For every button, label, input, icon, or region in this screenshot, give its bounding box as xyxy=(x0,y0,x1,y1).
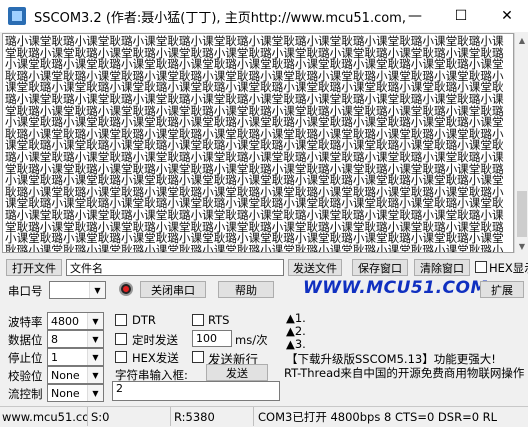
brand-logo[interactable]: WWW.MCU51.COM xyxy=(303,278,488,298)
data-bits-value: 8 xyxy=(51,332,58,346)
scroll-down-icon[interactable]: ▼ xyxy=(515,239,528,253)
chevron-down-icon[interactable]: ▼ xyxy=(87,313,103,329)
port-select[interactable]: ▼ xyxy=(49,281,106,299)
stop-bits-value: 1 xyxy=(51,350,58,364)
status-website[interactable]: www.mcu51.cor xyxy=(0,407,88,426)
timed-send-checkbox[interactable] xyxy=(115,333,127,345)
minimize-button[interactable]: — xyxy=(392,0,438,32)
timed-send-label: 定时发送 xyxy=(132,333,178,347)
note-3: ▲3. xyxy=(286,337,306,351)
open-file-button[interactable]: 打开文件 xyxy=(6,259,62,276)
clear-window-button[interactable]: 清除窗口 xyxy=(414,259,470,276)
data-bits-label: 数据位 xyxy=(8,333,43,347)
status-received: R:5380 xyxy=(172,407,254,426)
filename-field[interactable]: 文件名 xyxy=(66,259,284,276)
close-button[interactable]: ✕ xyxy=(484,0,528,32)
send-newline-checkbox[interactable] xyxy=(192,351,204,363)
flow-value: None xyxy=(51,386,80,400)
send-button[interactable]: 发送 xyxy=(206,364,268,381)
rts-label: RTS xyxy=(208,313,230,327)
chevron-down-icon[interactable]: ▼ xyxy=(87,385,103,401)
window-title: SSCOM3.2 (作者:聂小猛(丁丁), 主页http://www.mcu51… xyxy=(34,10,406,26)
note-1: ▲1. xyxy=(286,311,306,325)
send-input[interactable]: 2 xyxy=(112,381,280,401)
data-bits-select[interactable]: 8 ▼ xyxy=(47,330,104,348)
chevron-down-icon[interactable]: ▼ xyxy=(87,367,103,383)
port-status-icon xyxy=(119,282,133,296)
hex-display-label: HEX显示 xyxy=(489,261,528,275)
status-sent: S:0 xyxy=(89,407,171,426)
scroll-up-icon[interactable]: ▲ xyxy=(515,33,528,47)
scroll-thumb[interactable] xyxy=(517,191,527,237)
vertical-scrollbar[interactable]: ▲ ▼ xyxy=(514,33,528,253)
dtr-label: DTR xyxy=(132,313,156,327)
parity-select[interactable]: None ▼ xyxy=(47,366,104,384)
baud-label: 波特率 xyxy=(8,315,43,329)
hex-send-checkbox[interactable] xyxy=(115,351,127,363)
rt-thread-link[interactable]: RT-Thread来自中国的开源免费商用物联网操作 xyxy=(284,365,524,381)
hex-send-label: HEX发送 xyxy=(132,351,179,365)
receive-area[interactable]: 璐小课堂耿璐小课堂耿璐小课堂耿璐小课堂耿璐小课堂耿璐小课堂耿璐小课堂耿璐小课堂耿… xyxy=(2,33,514,253)
save-window-button[interactable]: 保存窗口 xyxy=(352,259,408,276)
send-file-button[interactable]: 发送文件 xyxy=(288,259,342,276)
interval-unit: ms/次 xyxy=(235,333,268,347)
baud-select[interactable]: 4800 ▼ xyxy=(47,312,104,330)
close-port-button[interactable]: 关闭串口 xyxy=(140,281,206,298)
receive-text: 璐小课堂耿璐小课堂耿璐小课堂耿璐小课堂耿璐小课堂耿璐小课堂耿璐小课堂耿璐小课堂耿… xyxy=(5,34,504,253)
stop-bits-select[interactable]: 1 ▼ xyxy=(47,348,104,366)
parity-label: 校验位 xyxy=(8,369,43,383)
dtr-checkbox[interactable] xyxy=(115,314,127,326)
chevron-down-icon[interactable]: ▼ xyxy=(87,349,103,365)
status-port: COM3已打开 4800bps 8 CTS=0 DSR=0 RL xyxy=(258,409,498,424)
hex-display-checkbox[interactable] xyxy=(475,261,487,273)
maximize-button[interactable]: ☐ xyxy=(438,0,484,32)
help-button[interactable]: 帮助 xyxy=(218,281,274,298)
app-icon xyxy=(8,7,26,25)
chevron-down-icon[interactable]: ▼ xyxy=(87,331,103,347)
expand-button[interactable]: 扩展 xyxy=(480,281,524,298)
stop-bits-label: 停止位 xyxy=(8,351,43,365)
port-label: 串口号 xyxy=(8,284,43,298)
rts-checkbox[interactable] xyxy=(192,314,204,326)
note-2: ▲2. xyxy=(286,324,306,338)
baud-value: 4800 xyxy=(51,314,79,328)
chevron-down-icon[interactable]: ▼ xyxy=(89,282,105,298)
flow-select[interactable]: None ▼ xyxy=(47,384,104,402)
interval-input[interactable]: 100 xyxy=(192,330,232,347)
parity-value: None xyxy=(51,368,80,382)
flow-label: 流控制 xyxy=(8,387,43,401)
